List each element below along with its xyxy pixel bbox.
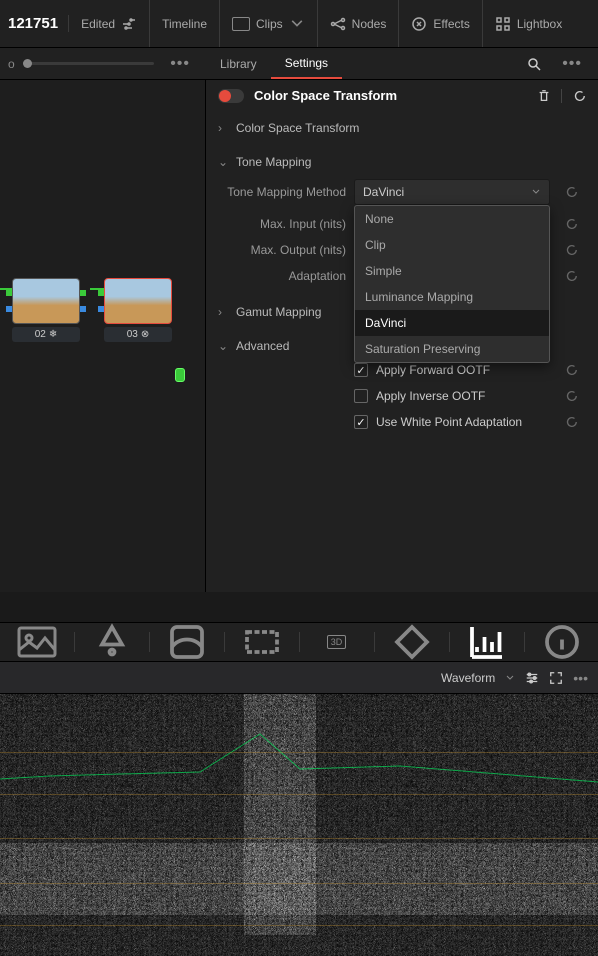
section-cst[interactable]: ›Color Space Transform	[218, 117, 586, 139]
node-badge-icon: ❄	[49, 329, 57, 340]
nodes-button[interactable]: Nodes	[318, 0, 400, 47]
timeline-button[interactable]: Timeline	[150, 0, 220, 47]
info-icon[interactable]	[542, 623, 582, 661]
effects-button[interactable]: Effects	[399, 0, 482, 47]
effect-enable-toggle[interactable]	[218, 89, 244, 103]
option-luminance-mapping[interactable]: Luminance Mapping	[355, 284, 549, 310]
sub-toolbar: o ••• Library Settings •••	[0, 48, 598, 80]
gallery-icon[interactable]	[17, 623, 57, 661]
chevron-down-icon	[531, 187, 541, 197]
expand-icon[interactable]	[549, 671, 563, 685]
reset-icon[interactable]	[564, 185, 578, 199]
nodes-icon	[330, 16, 346, 32]
tone-mapping-method-menu: None Clip Simple Luminance Mapping DaVin…	[354, 205, 550, 363]
edited-indicator: Edited	[69, 0, 150, 47]
keyframes-icon[interactable]	[392, 623, 432, 661]
node-options-menu[interactable]: •••	[162, 55, 198, 73]
option-davinci[interactable]: DaVinci	[355, 310, 549, 336]
top-toolbar: 121751 Edited Timeline Clips Nodes Effec…	[0, 0, 598, 48]
chevron-down-icon	[289, 16, 305, 32]
qualifier-icon[interactable]	[167, 623, 207, 661]
inverse-ootf-label: Apply Inverse OOTF	[376, 389, 550, 403]
clips-button[interactable]: Clips	[220, 0, 318, 47]
inspector-options-menu[interactable]: •••	[554, 55, 590, 73]
forward-ootf-label: Apply Forward OOTF	[376, 363, 550, 377]
scopes-icon[interactable]	[467, 623, 507, 661]
scopes-toolbar: 3D	[0, 622, 598, 662]
max-input-label: Max. Input (nits)	[226, 217, 346, 231]
compound-output[interactable]	[175, 368, 185, 382]
node-thumbnail	[12, 278, 80, 324]
scope-header: Waveform •••	[0, 662, 598, 694]
option-clip[interactable]: Clip	[355, 232, 549, 258]
color-warper-icon[interactable]	[92, 623, 132, 661]
node-input-alpha[interactable]	[98, 306, 104, 312]
node-graph[interactable]: 02❄ 03⊗	[0, 80, 206, 592]
option-simple[interactable]: Simple	[355, 258, 549, 284]
node-03[interactable]: 03⊗	[104, 278, 172, 324]
scope-options-menu[interactable]: •••	[573, 670, 588, 686]
trash-icon[interactable]	[537, 89, 551, 103]
clip-title: 121751	[4, 15, 69, 32]
reset-icon[interactable]	[564, 363, 578, 377]
window-icon[interactable]	[242, 623, 282, 661]
option-saturation-preserving[interactable]: Saturation Preserving	[355, 336, 549, 362]
scope-settings-icon[interactable]	[525, 671, 539, 685]
node-thumbnail	[104, 278, 172, 324]
node-output-alpha[interactable]	[80, 306, 86, 312]
forward-ootf-checkbox[interactable]	[354, 363, 368, 377]
tab-settings[interactable]: Settings	[271, 48, 342, 79]
search-icon[interactable]	[526, 56, 542, 72]
node-input[interactable]	[6, 290, 12, 296]
reset-icon[interactable]	[564, 389, 578, 403]
adaptation-label: Adaptation	[226, 269, 346, 283]
three-d-icon[interactable]: 3D	[317, 623, 357, 661]
zoom-slider[interactable]	[23, 62, 155, 65]
tone-mapping-method-label: Tone Mapping Method	[226, 185, 346, 199]
chevron-down-icon[interactable]	[505, 673, 515, 683]
lightbox-button[interactable]: Lightbox	[483, 0, 574, 47]
waveform-scope[interactable]	[0, 694, 598, 956]
effect-title: Color Space Transform	[254, 88, 527, 103]
clips-icon	[232, 17, 250, 31]
lightbox-icon	[495, 16, 511, 32]
node-output[interactable]	[80, 290, 86, 296]
inverse-ootf-checkbox[interactable]	[354, 389, 368, 403]
white-point-checkbox[interactable]	[354, 415, 368, 429]
reset-icon[interactable]	[564, 217, 578, 231]
white-point-label: Use White Point Adaptation	[376, 415, 550, 429]
section-tone-mapping[interactable]: ⌄Tone Mapping	[218, 151, 586, 173]
inspector-panel: Color Space Transform ›Color Space Trans…	[206, 80, 598, 592]
tone-mapping-method-dropdown[interactable]: DaVinci	[354, 179, 550, 205]
tab-library[interactable]: Library	[206, 48, 271, 79]
reset-all-icon[interactable]	[572, 89, 586, 103]
node-input[interactable]	[98, 290, 104, 296]
node-fx-icon: ⊗	[141, 329, 149, 340]
scope-type[interactable]: Waveform	[441, 671, 495, 685]
reset-icon[interactable]	[564, 415, 578, 429]
max-output-label: Max. Output (nits)	[226, 243, 346, 257]
effects-icon	[411, 16, 427, 32]
reset-icon[interactable]	[564, 269, 578, 283]
node-02[interactable]: 02❄	[12, 278, 80, 324]
option-none[interactable]: None	[355, 206, 549, 232]
node-input-alpha[interactable]	[6, 306, 12, 312]
reset-icon[interactable]	[564, 243, 578, 257]
